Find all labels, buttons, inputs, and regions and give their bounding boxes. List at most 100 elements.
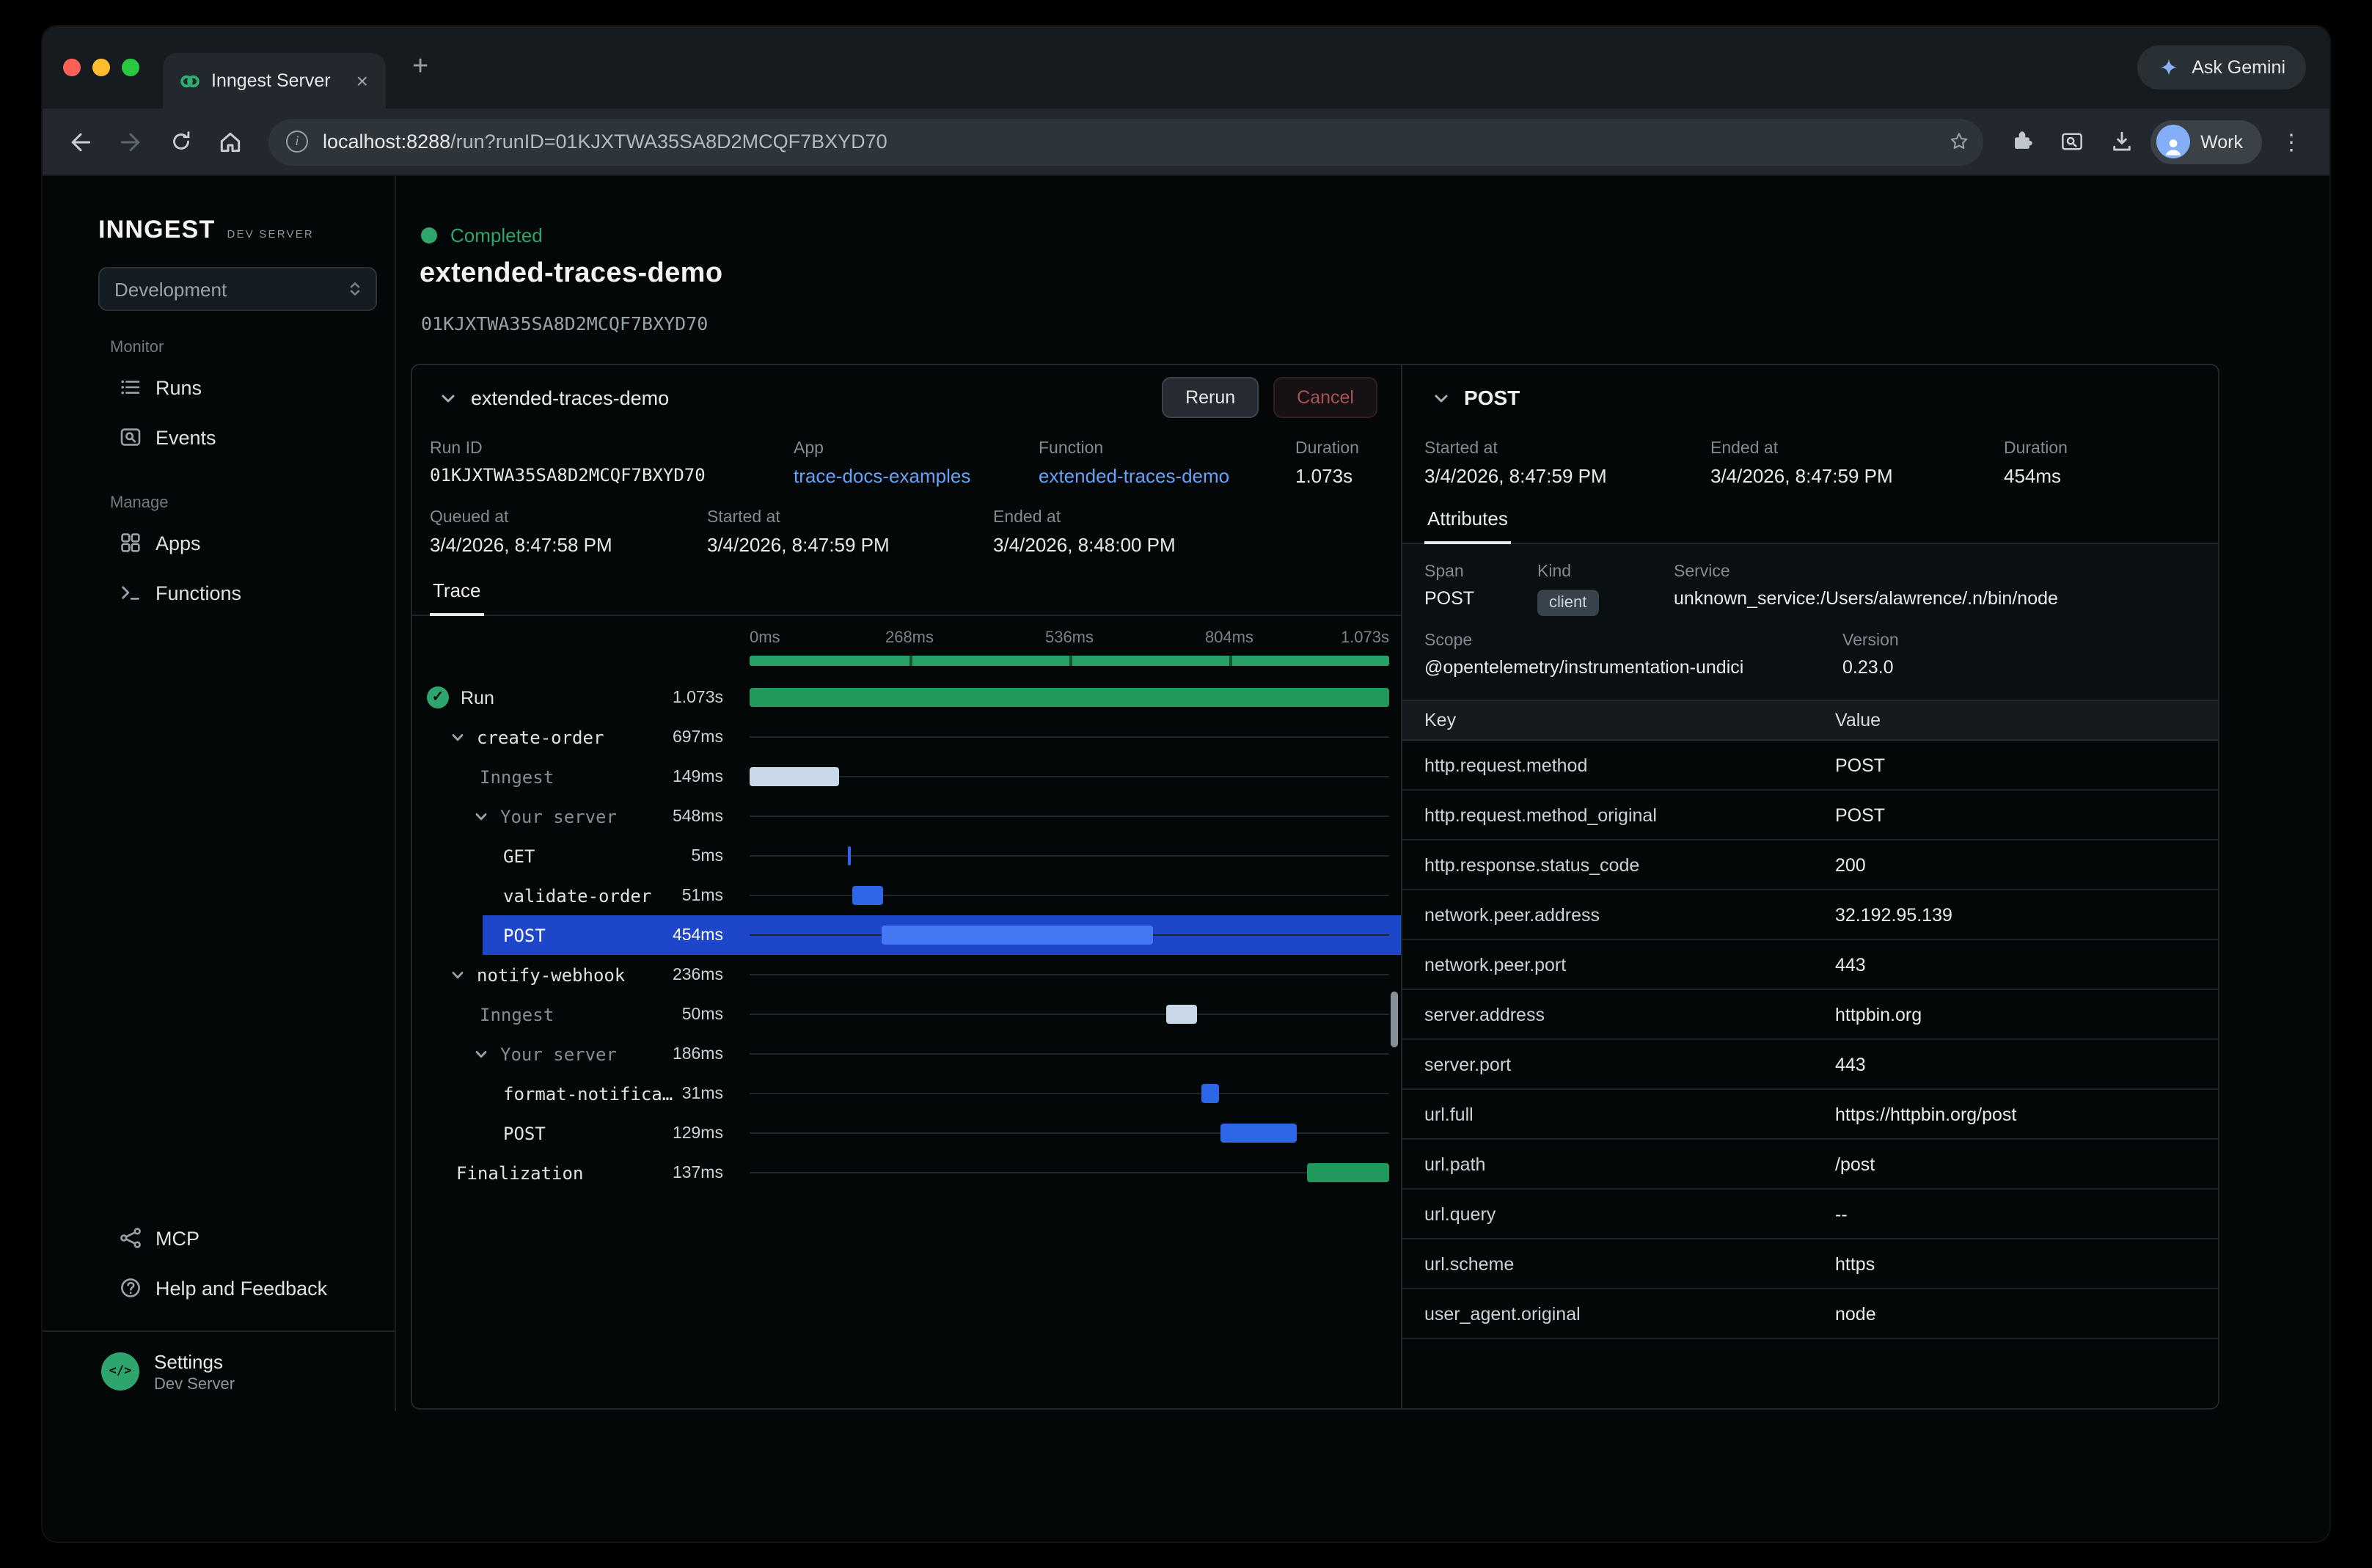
- meta-duration: Duration 1.073s: [1295, 440, 1401, 499]
- sidebar-item-functions[interactable]: Functions: [43, 568, 395, 618]
- menu-kebab-button[interactable]: ⋮: [2268, 118, 2315, 165]
- meta-ended-at: Ended at 3/4/2026, 8:48:00 PM: [993, 509, 1401, 572]
- close-window-button[interactable]: [63, 59, 81, 76]
- tab-inngest-server[interactable]: Inngest Server ×: [163, 53, 386, 109]
- sidebar-item-help[interactable]: Help and Feedback: [43, 1263, 395, 1313]
- reload-button[interactable]: [157, 118, 204, 165]
- meta-label: Version: [1842, 633, 2196, 651]
- screenshot-stage: Inngest Server × + Ask Gemini: [0, 0, 2372, 1568]
- span-bar[interactable]: [750, 767, 838, 786]
- profile-button[interactable]: Work: [2150, 120, 2262, 164]
- cancel-button[interactable]: Cancel: [1273, 377, 1377, 418]
- trace-row-format-notifica[interactable]: format-notifica…31ms: [412, 1074, 1401, 1113]
- sidebar-item-apps[interactable]: Apps: [43, 518, 395, 568]
- chevron-down-icon[interactable]: [450, 730, 472, 744]
- section-label-manage: Manage: [110, 494, 395, 512]
- ask-gemini-button[interactable]: Ask Gemini: [2137, 45, 2306, 89]
- trace-row-post[interactable]: POST129ms: [412, 1113, 1401, 1153]
- track-line: [750, 1172, 1389, 1173]
- rerun-button[interactable]: Rerun: [1162, 377, 1259, 418]
- new-tab-button[interactable]: +: [403, 51, 437, 84]
- trace-row-validate-order[interactable]: validate-order51ms: [412, 876, 1401, 915]
- trace-row-post[interactable]: POST454ms: [412, 915, 1401, 955]
- chevron-down-icon[interactable]: [450, 967, 472, 982]
- browser-toolbar: i localhost:8288/run?runID=01KJXTWA35SA8…: [43, 109, 2329, 176]
- site-info-icon[interactable]: i: [286, 131, 308, 153]
- function-link[interactable]: extended-traces-demo: [1039, 465, 1295, 487]
- attribute-row: url.fullhttps://httpbin.org/post: [1402, 1091, 2218, 1140]
- address-bar[interactable]: i localhost:8288/run?runID=01KJXTWA35SA8…: [268, 118, 1983, 165]
- span-name: Run: [461, 687, 494, 708]
- sidebar-item-events[interactable]: Events: [43, 412, 395, 462]
- sidebar-item-mcp[interactable]: MCP: [43, 1213, 395, 1263]
- tab-attributes[interactable]: Attributes: [1424, 500, 1511, 544]
- home-button[interactable]: [207, 118, 254, 165]
- attribute-value: httpbin.org: [1835, 1005, 1922, 1025]
- meta-label: Duration: [2004, 440, 2218, 458]
- sidebar-item-settings[interactable]: </> Settings Dev Server: [43, 1330, 395, 1411]
- span-info-service: Service unknown_service:/Users/alawrence…: [1674, 563, 2196, 617]
- chevron-down-icon[interactable]: [474, 1047, 496, 1061]
- attribute-value: node: [1835, 1304, 1876, 1325]
- run-title: extended-traces-demo: [471, 386, 669, 409]
- span-label: POST129ms: [412, 1123, 750, 1143]
- forward-button[interactable]: [107, 118, 154, 165]
- trace-row-inngest[interactable]: Inngest149ms: [412, 757, 1401, 796]
- span-bar[interactable]: [1167, 1005, 1197, 1024]
- trace-row-your-server[interactable]: Your server186ms: [412, 1034, 1401, 1074]
- span-collapse-chevron-icon[interactable]: [1432, 388, 1451, 407]
- attribute-key: url.scheme: [1424, 1254, 1835, 1275]
- minimize-window-button[interactable]: [92, 59, 110, 76]
- attribute-value: https://httpbin.org/post: [1835, 1104, 2016, 1125]
- meta-label: Function: [1039, 440, 1295, 458]
- attribute-row: network.peer.port443: [1402, 941, 2218, 991]
- span-timeline: [750, 757, 1389, 796]
- meta-value: 3/4/2026, 8:48:00 PM: [993, 534, 1401, 556]
- span-meta-ended: Ended at 3/4/2026, 8:47:59 PM: [1710, 440, 2004, 500]
- extensions-button[interactable]: [1998, 118, 2045, 165]
- back-button[interactable]: [57, 118, 104, 165]
- trace-row-notify-webhook[interactable]: notify-webhook236ms: [412, 955, 1401, 994]
- attribute-row: server.addresshttpbin.org: [1402, 991, 2218, 1041]
- meta-value: 3/4/2026, 8:47:59 PM: [707, 534, 993, 556]
- trace-rows: ✓Run1.073screate-order697ms Inngest149ms Y…: [412, 678, 1401, 1193]
- track-line: [750, 736, 1389, 738]
- tab-trace[interactable]: Trace: [430, 572, 484, 616]
- attribute-value: 443: [1835, 955, 1866, 975]
- span-bar[interactable]: [852, 886, 882, 905]
- span-bar[interactable]: [750, 688, 1389, 707]
- tab-search-button[interactable]: [2048, 118, 2095, 165]
- tab-close-icon[interactable]: ×: [352, 69, 373, 92]
- trace-row-inngest[interactable]: Inngest50ms: [412, 994, 1401, 1034]
- run-id: 01KJXTWA35SA8D2MCQF7BXYD70: [421, 312, 708, 334]
- meta-value: 3/4/2026, 8:47:59 PM: [1710, 465, 2004, 487]
- span-details-header: POST: [1402, 365, 2218, 430]
- meta-value: 3/4/2026, 8:47:59 PM: [1424, 465, 1710, 487]
- span-bar[interactable]: [1220, 1124, 1297, 1143]
- trace-row-run[interactable]: ✓Run1.073s: [412, 678, 1401, 717]
- collapse-chevron-icon[interactable]: [439, 388, 458, 407]
- sidebar-item-label: MCP: [155, 1227, 200, 1249]
- trace-row-get[interactable]: GET5ms: [412, 836, 1401, 876]
- meta-label: Service: [1674, 563, 2196, 581]
- span-duration: 236ms: [673, 966, 750, 983]
- trace-row-your-server[interactable]: Your server548ms: [412, 796, 1401, 836]
- fullscreen-window-button[interactable]: [122, 59, 139, 76]
- scrollbar-thumb[interactable]: [1391, 992, 1398, 1047]
- downloads-button[interactable]: [2098, 118, 2145, 165]
- tab-strip: Inngest Server × + Ask Gemini: [43, 26, 2329, 109]
- chevron-down-icon[interactable]: [474, 809, 496, 824]
- bookmark-star-icon[interactable]: [1947, 129, 1972, 154]
- trace-row-create-order[interactable]: create-order697ms: [412, 717, 1401, 757]
- app-link[interactable]: trace-docs-examples: [794, 465, 1039, 487]
- sidebar-item-runs[interactable]: Runs: [43, 362, 395, 412]
- span-bar[interactable]: [1201, 1084, 1219, 1103]
- page-void: [43, 1411, 2329, 1542]
- environment-selector[interactable]: Development: [98, 267, 377, 311]
- span-bar[interactable]: [1308, 1163, 1389, 1182]
- span-label: Inngest149ms: [412, 766, 750, 787]
- trace-row-finalization[interactable]: Finalization137ms: [412, 1153, 1401, 1193]
- span-name: Finalization: [456, 1162, 583, 1183]
- span-bar[interactable]: [882, 926, 1152, 945]
- track-line: [750, 855, 1389, 857]
